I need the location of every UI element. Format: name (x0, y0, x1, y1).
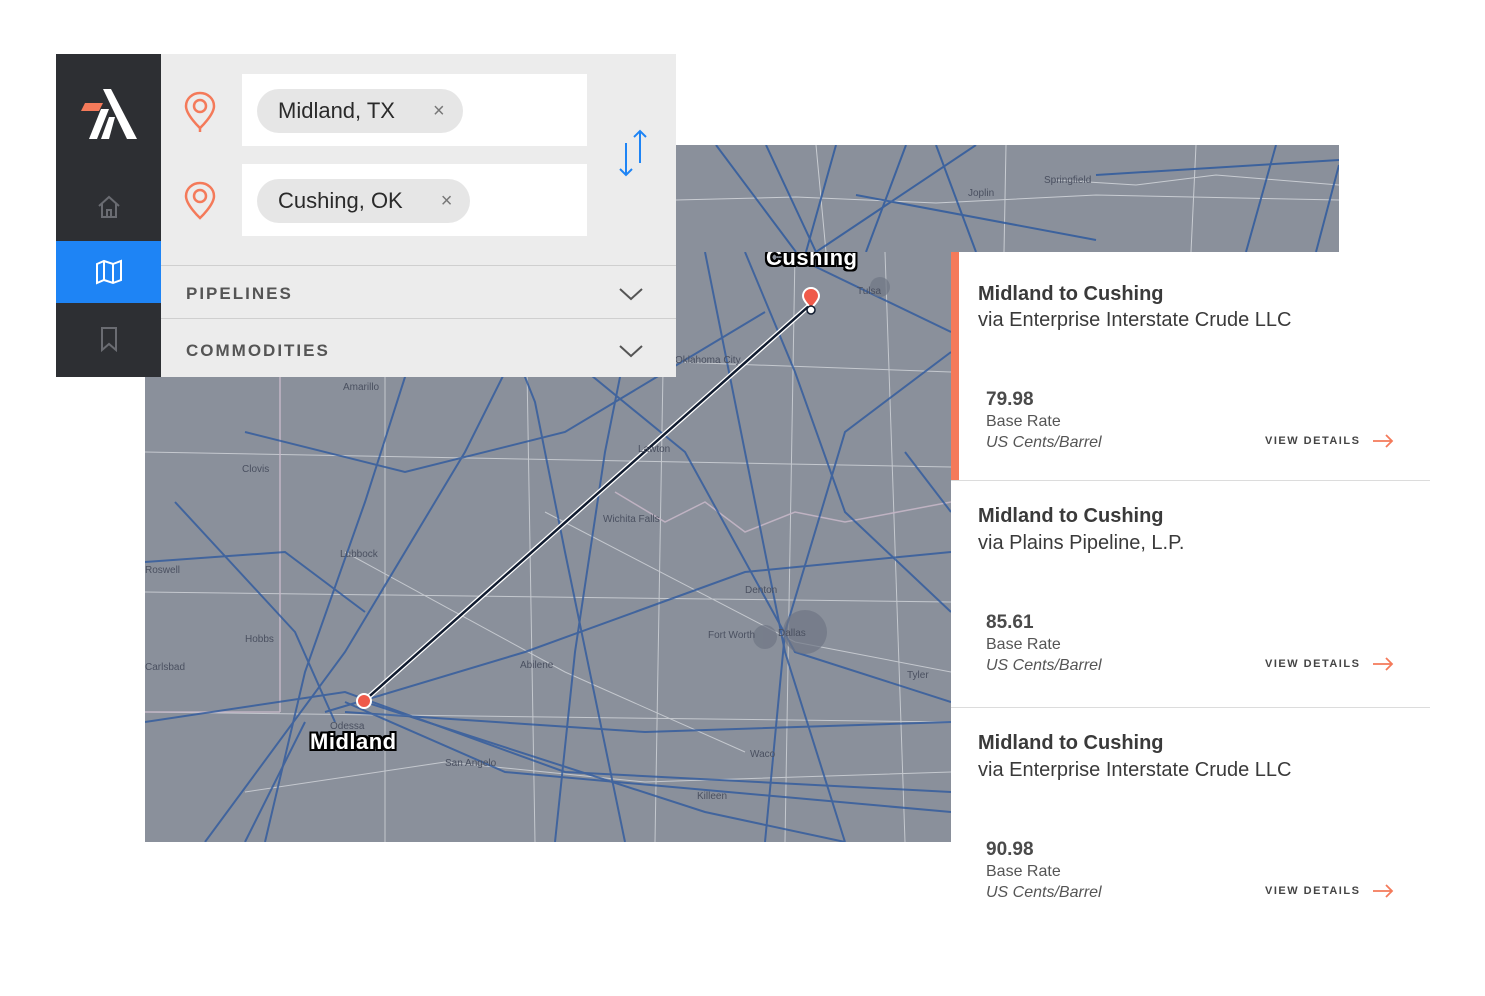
chevron-down-icon (619, 288, 643, 301)
map-view-top[interactable]: Springfield Joplin (676, 145, 1339, 252)
city-label-roswell: Roswell (145, 565, 181, 576)
city-label-waco: Waco (750, 749, 776, 760)
city-label-springfield: Springfield (1044, 175, 1092, 186)
destination-chip-label: Cushing, OK (278, 188, 403, 213)
result-pipeline: via Plains Pipeline, L.P. (978, 532, 1185, 554)
origin-map-label: Midland (310, 729, 397, 754)
result-rate-label: Base Rate (986, 636, 1061, 653)
swap-locations-icon[interactable] (616, 129, 650, 177)
city-label-carlsbad: Carlsbad (145, 662, 186, 673)
city-label-clovis: Clovis (242, 464, 270, 475)
map-top-layer (676, 145, 1339, 252)
destination-input[interactable]: Cushing, OK × (242, 164, 587, 236)
view-details-link[interactable]: VIEW DETAILS (1265, 884, 1394, 898)
origin-pin-icon (184, 91, 216, 132)
clear-origin-icon[interactable]: × (433, 100, 445, 123)
city-label-dallas: Dallas (778, 628, 806, 639)
origin-chip-label: Midland, TX (278, 98, 395, 123)
city-label-oklahoma-city: Oklahoma City (675, 355, 741, 366)
view-details-label: VIEW DETAILS (1265, 885, 1361, 897)
result-title: Midland to Cushing (978, 732, 1164, 754)
city-label-lubbock: Lubbock (340, 549, 378, 560)
city-label-amarillo: Amarillo (343, 382, 380, 393)
result-rate-label: Base Rate (986, 863, 1061, 880)
destination-row: Cushing, OK × (161, 164, 676, 236)
arrow-right-icon (1373, 434, 1394, 448)
nav-item-saved[interactable] (56, 308, 161, 370)
pipelines-filter-label: PIPELINES (186, 284, 293, 303)
destination-pin-icon (184, 181, 216, 220)
result-card[interactable]: Midland to Cushing via Plains Pipeline, … (951, 481, 1430, 708)
origin-chip[interactable]: Midland, TX × (257, 89, 463, 133)
view-details-label: VIEW DETAILS (1265, 435, 1361, 447)
destination-chip[interactable]: Cushing, OK × (257, 179, 471, 223)
city-label-hobbs: Hobbs (245, 634, 274, 645)
result-card[interactable]: Midland to Cushing via Enterprise Inters… (951, 708, 1430, 932)
result-title: Midland to Cushing (978, 505, 1164, 527)
city-label-san-angelo: San Angelo (445, 758, 497, 769)
city-label-wichita-falls: Wichita Falls (603, 514, 660, 525)
nav-rail (56, 54, 161, 377)
city-label-tyler: Tyler (907, 670, 929, 681)
result-rate-unit: US Cents/Barrel (986, 434, 1102, 451)
origin-row: Midland, TX × (161, 74, 676, 146)
chevron-down-icon (619, 345, 643, 358)
destination-map-label: Cushing (766, 252, 858, 270)
result-pipeline: via Enterprise Interstate Crude LLC (978, 759, 1292, 781)
city-label-fort-worth: Fort Worth (708, 630, 756, 641)
brand-logo[interactable] (56, 54, 161, 174)
result-rate: 85.61 (986, 612, 1034, 633)
city-label-lawton: Lawton (638, 444, 671, 455)
commodities-filter-label: COMMODITIES (186, 341, 330, 360)
results-list: Midland to Cushing via Enterprise Inters… (951, 252, 1430, 932)
arrow-right-icon (1373, 884, 1394, 898)
destination-marker-icon[interactable] (800, 286, 822, 318)
result-rate-unit: US Cents/Barrel (986, 657, 1102, 674)
city-label-killeen: Killeen (697, 791, 728, 802)
origin-marker-icon[interactable] (351, 692, 377, 718)
result-rate-label: Base Rate (986, 413, 1061, 430)
nav-item-map[interactable] (56, 241, 161, 303)
view-details-link[interactable]: VIEW DETAILS (1265, 434, 1394, 448)
map-icon (95, 259, 122, 285)
brand-logo-icon (80, 89, 137, 139)
result-pipeline: via Enterprise Interstate Crude LLC (978, 309, 1292, 331)
result-card[interactable]: Midland to Cushing via Enterprise Inters… (951, 252, 1430, 481)
view-details-link[interactable]: VIEW DETAILS (1265, 657, 1394, 671)
pipelines-filter[interactable]: PIPELINES (161, 265, 676, 322)
city-label-abilene: Abilene (520, 660, 554, 671)
home-icon (97, 195, 120, 218)
view-details-label: VIEW DETAILS (1265, 658, 1361, 670)
city-label-joplin: Joplin (968, 188, 995, 199)
commodities-filter[interactable]: COMMODITIES (161, 318, 676, 377)
result-rate: 90.98 (986, 839, 1034, 860)
search-panel: Midland, TX × Cushing, OK × PIPELINES CO… (161, 54, 676, 377)
origin-input[interactable]: Midland, TX × (242, 74, 587, 146)
city-label-tulsa: Tulsa (857, 286, 882, 297)
city-label-odessa: Odessa (330, 721, 365, 732)
bookmark-icon (100, 327, 117, 352)
result-title: Midland to Cushing (978, 283, 1164, 305)
result-rate: 79.98 (986, 389, 1034, 410)
city-label-denton: Denton (745, 585, 778, 596)
arrow-right-icon (1373, 657, 1394, 671)
nav-item-home[interactable] (56, 176, 161, 238)
clear-destination-icon[interactable]: × (441, 190, 453, 213)
result-rate-unit: US Cents/Barrel (986, 884, 1102, 901)
